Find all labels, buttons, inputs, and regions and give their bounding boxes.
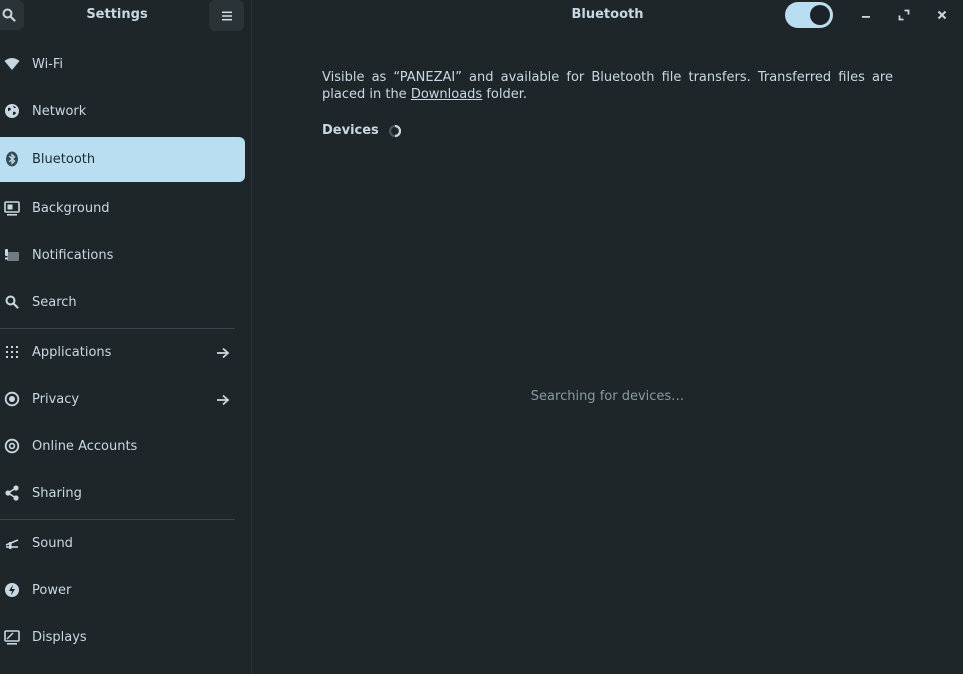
- search-icon: [3, 293, 21, 311]
- apps-grid-icon: [3, 343, 21, 361]
- loading-spinner-icon: [388, 124, 402, 138]
- devices-heading: Devices: [322, 123, 379, 138]
- power-icon: [3, 581, 21, 599]
- sidebar-item-bluetooth[interactable]: Bluetooth: [0, 137, 245, 182]
- toggle-knob: [810, 5, 830, 25]
- arrow-right-icon: [214, 344, 231, 361]
- sidebar-item-label: Sound: [32, 536, 73, 551]
- description-text: Visible as “PANEZAI” and available for B…: [322, 70, 893, 102]
- sidebar-separator: [0, 519, 235, 520]
- volume-icon: [3, 534, 21, 552]
- sidebar-item-search[interactable]: Search: [0, 280, 245, 325]
- sidebar-item-background[interactable]: Background: [0, 186, 245, 231]
- maximize-icon: [898, 9, 910, 21]
- sidebar-item-label: Applications: [32, 345, 112, 360]
- sidebar-item-notifications[interactable]: Notifications: [0, 233, 245, 278]
- sidebar-item-label: Privacy: [32, 392, 80, 407]
- sidebar-item-sound[interactable]: Sound: [0, 521, 245, 566]
- sidebar-item-label: Search: [32, 295, 77, 310]
- display-icon: [3, 628, 21, 646]
- sidebar-item-label: Displays: [32, 630, 87, 645]
- sidebar-item-online-accounts[interactable]: Online Accounts: [0, 424, 245, 469]
- visibility-description: Visible as “PANEZAI” and available for B…: [322, 69, 893, 103]
- notifications-icon: [3, 246, 21, 264]
- sidebar-item-label: Network: [32, 104, 87, 119]
- sidebar-item-wifi[interactable]: Wi-Fi: [0, 42, 245, 87]
- sidebar-item-applications[interactable]: Applications: [0, 330, 245, 375]
- minimize-icon: [862, 16, 870, 18]
- sidebar: Settings Wi-Fi Network Bluetooth Backgro…: [0, 0, 252, 674]
- sidebar-item-displays[interactable]: Displays: [0, 615, 245, 660]
- monitor-icon: [3, 199, 21, 217]
- globe-icon: [3, 102, 21, 120]
- menu-button[interactable]: [209, 0, 244, 31]
- search-button[interactable]: [0, 0, 24, 30]
- sidebar-item-sharing[interactable]: Sharing: [0, 471, 245, 516]
- sidebar-item-label: Power: [32, 583, 72, 598]
- minimize-button[interactable]: [854, 3, 878, 27]
- sidebar-item-label: Notifications: [32, 248, 114, 263]
- settings-window: Settings Wi-Fi Network Bluetooth Backgro…: [0, 0, 963, 674]
- headerbar: Bluetooth: [252, 0, 963, 30]
- bluetooth-toggle[interactable]: [785, 2, 833, 28]
- close-button[interactable]: [930, 3, 954, 27]
- sidebar-item-label: Bluetooth: [32, 152, 96, 167]
- sidebar-item-label: Background: [32, 201, 110, 216]
- at-sign-icon: [3, 437, 21, 455]
- arrow-right-icon: [214, 391, 231, 408]
- wifi-icon: [3, 55, 21, 73]
- description-text-end: folder.: [482, 87, 528, 102]
- hamburger-menu-icon: [221, 11, 232, 20]
- share-icon: [3, 484, 21, 502]
- searching-status: Searching for devices…: [530, 389, 685, 404]
- privacy-icon: [3, 390, 21, 408]
- search-icon: [2, 8, 16, 22]
- sidebar-item-network[interactable]: Network: [0, 89, 245, 134]
- close-icon: [937, 10, 947, 20]
- maximize-button[interactable]: [892, 3, 916, 27]
- bluetooth-icon: [3, 150, 21, 168]
- sidebar-item-privacy[interactable]: Privacy: [0, 377, 245, 422]
- sidebar-item-label: Online Accounts: [32, 439, 138, 454]
- sidebar-header: Settings: [0, 0, 251, 31]
- sidebar-title: Settings: [86, 7, 148, 22]
- downloads-link[interactable]: Downloads: [411, 87, 482, 102]
- sidebar-item-power[interactable]: Power: [0, 568, 245, 613]
- sidebar-item-label: Sharing: [32, 486, 82, 501]
- sidebar-separator: [0, 328, 235, 329]
- sidebar-item-label: Wi-Fi: [32, 57, 64, 72]
